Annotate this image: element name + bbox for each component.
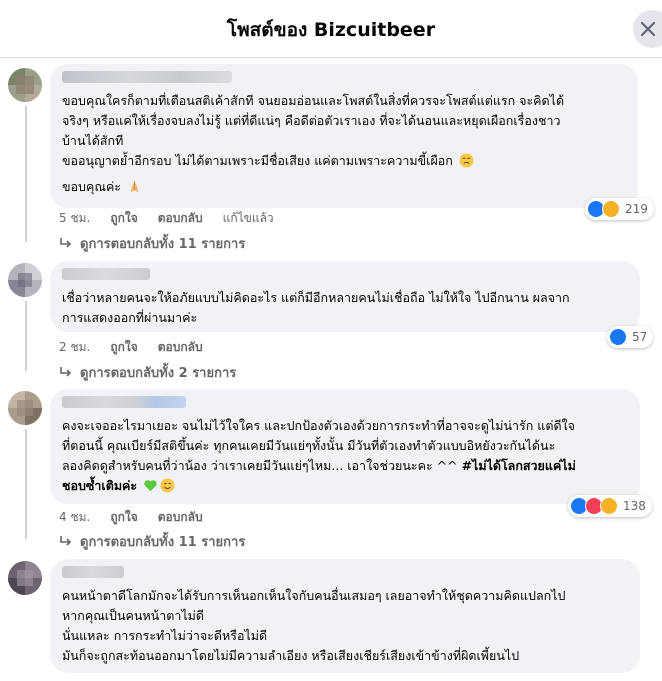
close-icon xyxy=(641,22,655,36)
comment-actions: 2 ชม. ถูกใจ ตอบกลับ xyxy=(59,338,203,357)
author-name-blurred[interactable] xyxy=(62,566,124,578)
like-reaction-icon xyxy=(609,328,627,346)
dialog-title: โพสต์ของ Bizcuitbeer xyxy=(226,19,436,41)
reaction-summary[interactable]: 138 xyxy=(568,495,652,517)
view-replies-link[interactable]: ดูการตอบกลับทั้ง 2 รายการ xyxy=(59,362,236,383)
hashtag-link[interactable]: #ไม่ได้โลกสวยแค่ไม่ xyxy=(462,458,576,473)
green-heart-emoji-icon xyxy=(144,480,157,492)
comment-text: บ้านได้สักที xyxy=(62,133,124,148)
reply-button[interactable]: ตอบกลับ xyxy=(158,209,203,228)
avatar[interactable] xyxy=(8,263,42,297)
comment-text: หากคุณเป็นคนหน้าตาไม่ดี xyxy=(62,608,205,623)
comment-text: ขอบคุณใครก็ตามที่เตือนสติเค้าสักที จนยอม… xyxy=(62,93,565,108)
haha-reaction-icon xyxy=(602,200,620,218)
comment-text: มันก็จะถูกสะท้อนออกมาโดยไม่มีความลำเอียง… xyxy=(62,648,520,663)
reply-arrow-icon xyxy=(60,238,72,248)
comment-text: การแสดงออกที่ผ่านมาค่ะ xyxy=(62,310,198,325)
woozy-face-emoji-icon xyxy=(459,153,474,168)
avatar[interactable] xyxy=(8,391,42,425)
edited-label[interactable]: แก้ไขแล้ว xyxy=(223,209,274,228)
author-name-blurred[interactable] xyxy=(62,71,232,83)
haha-reaction-icon xyxy=(600,497,618,515)
avatar[interactable] xyxy=(8,561,42,595)
folded-hands-emoji-icon xyxy=(130,180,139,193)
reaction-summary[interactable]: 219 xyxy=(585,198,654,220)
comment-bubble: ขอบคุณใครก็ตามที่เตือนสติเค้าสักที จนยอม… xyxy=(50,64,638,208)
like-button[interactable]: ถูกใจ xyxy=(110,508,137,527)
comment-bubble: คนหน้าตาดีโลกมักจะได้รับการเห็นอกเห็นใจก… xyxy=(50,559,640,673)
view-replies-label: ดูการตอบกลับทั้ง 11 รายการ xyxy=(80,535,246,550)
reaction-summary[interactable]: 57 xyxy=(607,326,654,348)
comment-time[interactable]: 4 ชม. xyxy=(59,508,90,527)
comment-actions: 5 ชม. ถูกใจ ตอบกลับ แก้ไขแล้ว xyxy=(59,209,274,228)
thread-line xyxy=(25,106,27,242)
smiling-face-emoji-icon xyxy=(160,478,175,493)
author-name-blurred[interactable] xyxy=(62,396,186,408)
reply-arrow-icon xyxy=(60,367,72,377)
comment-text: คงจะเจออะไรมาเยอะ จนไม่ไว้ใจใคร และปกป้อ… xyxy=(62,418,575,433)
comment-text: นั่นแหละ การกระทำไม่ว่าจะดีหรือไม่ดี xyxy=(62,628,268,643)
like-button[interactable]: ถูกใจ xyxy=(110,338,137,357)
like-button[interactable]: ถูกใจ xyxy=(110,209,137,228)
avatar[interactable] xyxy=(8,68,42,102)
comment-text: ขอบคุณค่ะ xyxy=(62,177,626,197)
reaction-count: 138 xyxy=(623,499,646,513)
dialog-header: โพสต์ของ Bizcuitbeer xyxy=(0,0,662,58)
thread-line xyxy=(25,301,27,371)
comment-text: เชื่อว่าหลายคนจะให้อภัยแบบไม่คิดอะไร แต่… xyxy=(62,290,570,305)
view-replies-link[interactable]: ดูการตอบกลับทั้ง 11 รายการ xyxy=(59,233,245,254)
reaction-count: 57 xyxy=(632,330,648,344)
comment-text: จริงๆ หรือแค่ให้เรื่องจบลงไม่รู้ แต่ที่ด… xyxy=(62,113,561,128)
view-replies-label: ดูการตอบกลับทั้ง 2 รายการ xyxy=(80,366,237,381)
comment-text: ชอบซ้ำเติมค่ะ xyxy=(62,476,628,496)
comment-text: ลองคิดดูสำหรับคนที่ว่าน้อง ว่าเราเคยมีวั… xyxy=(62,458,576,473)
author-name-blurred[interactable] xyxy=(62,268,150,280)
reaction-count: 219 xyxy=(625,202,648,216)
view-replies-label: ดูการตอบกลับทั้ง 11 รายการ xyxy=(80,237,246,252)
hashtag-link[interactable]: ชอบซ้ำเติมค่ะ xyxy=(62,478,137,493)
comment-time[interactable]: 2 ชม. xyxy=(59,338,90,357)
reply-arrow-icon xyxy=(60,536,72,546)
comment-text: ที่ตอนนี้ คุณเบียร์มีสติขึ้นค่ะ ทุกคนเคย… xyxy=(62,438,556,453)
reply-button[interactable]: ตอบกลับ xyxy=(158,508,203,527)
thread-line xyxy=(25,429,27,539)
comment-bubble: เชื่อว่าหลายคนจะให้อภัยแบบไม่คิดอะไร แต่… xyxy=(50,261,640,332)
comment-time[interactable]: 5 ชม. xyxy=(59,209,90,228)
view-replies-link[interactable]: ดูการตอบกลับทั้ง 11 รายการ xyxy=(59,531,245,552)
comment-bubble: คงจะเจออะไรมาเยอะ จนไม่ไว้ใจใคร และปกป้อ… xyxy=(50,389,640,504)
comment-text: คนหน้าตาดีโลกมักจะได้รับการเห็นอกเห็นใจก… xyxy=(62,588,566,603)
comment-text: ขออนุญาตย้ำอีกรอบ ไม่ได้ตามเพราะมีชื่อเส… xyxy=(62,151,626,171)
reply-button[interactable]: ตอบกลับ xyxy=(158,338,203,357)
comment-actions: 4 ชม. ถูกใจ ตอบกลับ xyxy=(59,508,203,527)
